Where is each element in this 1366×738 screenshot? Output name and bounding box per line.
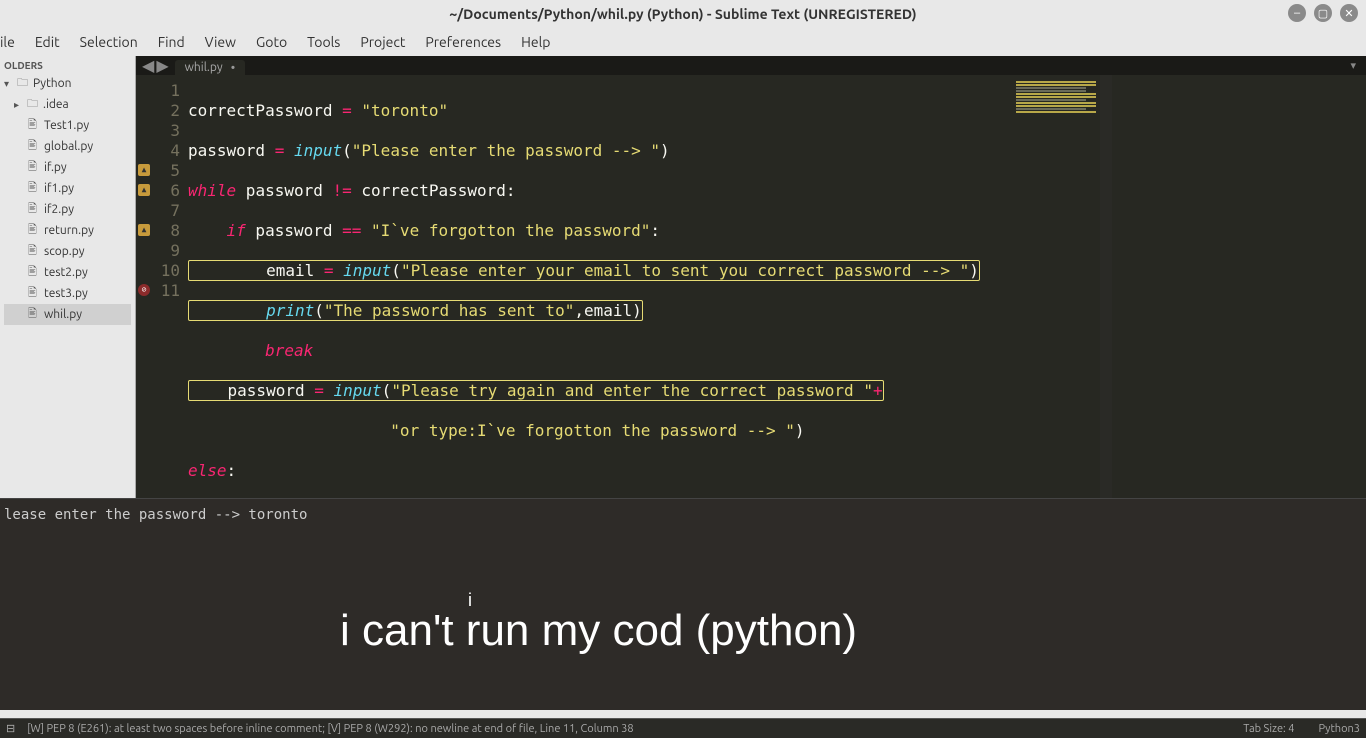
build-console[interactable]: lease enter the password --> toronto bbox=[0, 498, 1366, 710]
error-icon[interactable]: ⊘ bbox=[138, 284, 150, 296]
file-icon: 🖹 bbox=[28, 284, 40, 303]
file-label: return.py bbox=[44, 224, 94, 237]
file-label: global.py bbox=[44, 140, 93, 153]
statusbar: ⊟ [W] PEP 8 (E261): at least two spaces … bbox=[0, 718, 1366, 738]
tab-whil[interactable]: whil.py • bbox=[175, 60, 246, 75]
file-icon: 🖹 bbox=[28, 221, 40, 240]
sidebar-header: OLDERS bbox=[4, 60, 131, 73]
minimap[interactable] bbox=[980, 75, 1100, 561]
line-num: 2 bbox=[170, 101, 180, 120]
file-label: if.py bbox=[44, 161, 67, 174]
menu-preferences[interactable]: Preferences bbox=[415, 30, 511, 54]
file-if2[interactable]: 🖹 if2.py bbox=[4, 199, 131, 220]
file-icon: 🖹 bbox=[28, 137, 40, 156]
status-language[interactable]: Python3 bbox=[1318, 723, 1360, 735]
file-label: test2.py bbox=[44, 266, 88, 279]
menu-goto[interactable]: Goto bbox=[246, 30, 297, 54]
file-icon: 🖹 bbox=[28, 242, 40, 261]
folder-idea[interactable]: ▸ 🗀 .idea bbox=[4, 94, 131, 115]
warning-icon[interactable]: ▲ bbox=[138, 184, 150, 196]
file-label: if1.py bbox=[44, 182, 74, 195]
file-if[interactable]: 🖹 if.py bbox=[4, 157, 131, 178]
tab-overflow-icon[interactable]: ▾ bbox=[1340, 56, 1366, 75]
status-tab-size[interactable]: Tab Size: 4 bbox=[1243, 723, 1294, 735]
line-num: 8 bbox=[170, 221, 180, 240]
file-icon: 🖹 bbox=[28, 263, 40, 282]
file-return[interactable]: 🖹 return.py bbox=[4, 220, 131, 241]
file-if1[interactable]: 🖹 if1.py bbox=[4, 178, 131, 199]
file-label: scop.py bbox=[44, 245, 85, 258]
window-title: ~/Documents/Python/whil.py (Python) - Su… bbox=[449, 6, 916, 22]
minimize-button[interactable]: ‒ bbox=[1288, 4, 1306, 22]
line-num: 1 bbox=[170, 81, 180, 100]
vertical-scrollbar[interactable] bbox=[1100, 75, 1112, 561]
file-label: whil.py bbox=[44, 308, 82, 321]
menu-project[interactable]: Project bbox=[350, 30, 415, 54]
line-num: 4 bbox=[170, 141, 180, 160]
close-button[interactable]: ✕ bbox=[1340, 4, 1358, 22]
line-num: 9 bbox=[170, 241, 180, 260]
editor-body[interactable]: 1 2 3 4 ▲ 5 ▲ 6 7 ▲ 8 9 10 ⊘ 11 correctPassw… bbox=[136, 75, 1366, 561]
annotation-main: i can't run my cod (python) bbox=[340, 606, 857, 656]
file-test1[interactable]: 🖹 Test1.py bbox=[4, 115, 131, 136]
folder-icon: 🗀 bbox=[27, 95, 39, 114]
status-message: [W] PEP 8 (E261): at least two spaces be… bbox=[27, 723, 633, 735]
file-global[interactable]: 🖹 global.py bbox=[4, 136, 131, 157]
folder-icon: 🗀 bbox=[17, 74, 29, 93]
tab-dirty-icon[interactable]: • bbox=[231, 61, 236, 75]
folder-python[interactable]: ▾ 🗀 Python bbox=[4, 73, 131, 94]
menu-file[interactable]: ile bbox=[0, 30, 25, 54]
chevron-down-icon: ▾ bbox=[4, 78, 13, 90]
file-icon: 🖹 bbox=[28, 305, 40, 324]
menu-view[interactable]: View bbox=[195, 30, 246, 54]
line-num: 6 bbox=[170, 181, 180, 200]
editor: ◀ ▶ whil.py • ▾ 1 2 3 4 ▲5 ▲6 7 ▲8 9 10 … bbox=[136, 56, 1366, 498]
file-icon: 🖹 bbox=[28, 158, 40, 177]
line-num: 7 bbox=[170, 201, 180, 220]
menu-selection[interactable]: Selection bbox=[70, 30, 148, 54]
menu-help[interactable]: Help bbox=[511, 30, 560, 54]
menu-find[interactable]: Find bbox=[148, 30, 195, 54]
maximize-button[interactable]: ▢ bbox=[1314, 4, 1332, 22]
gutter: 1 2 3 4 ▲ 5 ▲ 6 7 ▲ 8 9 10 ⊘ 11 bbox=[136, 75, 188, 561]
tab-row: ◀ ▶ whil.py • ▾ bbox=[136, 56, 1366, 75]
chevron-right-icon: ▸ bbox=[14, 99, 23, 111]
tab-history-forward-icon[interactable]: ▶ bbox=[156, 56, 168, 75]
menu-edit[interactable]: Edit bbox=[25, 30, 70, 54]
line-num: 10 bbox=[161, 261, 180, 280]
file-whil[interactable]: 🖹 whil.py bbox=[4, 304, 131, 325]
file-label: Test1.py bbox=[44, 119, 89, 132]
console-toggle-icon[interactable]: ⊟ bbox=[6, 722, 15, 735]
folder-label: Python bbox=[33, 77, 72, 90]
line-num: 11 bbox=[161, 281, 180, 300]
file-label: test3.py bbox=[44, 287, 88, 300]
warning-icon[interactable]: ▲ bbox=[138, 164, 150, 176]
file-label: if2.py bbox=[44, 203, 74, 216]
code[interactable]: correctPassword = "toronto" password = i… bbox=[188, 75, 980, 561]
main-area: OLDERS ▾ 🗀 Python ▸ 🗀 .idea 🖹 Test1.py 🖹 g… bbox=[0, 56, 1366, 498]
line-num: 5 bbox=[170, 161, 180, 180]
tab-history-back-icon[interactable]: ◀ bbox=[142, 56, 154, 75]
folder-label: .idea bbox=[43, 98, 69, 111]
titlebar: ~/Documents/Python/whil.py (Python) - Su… bbox=[0, 0, 1366, 28]
file-icon: 🖹 bbox=[28, 116, 40, 135]
line-num: 3 bbox=[170, 121, 180, 140]
file-test2[interactable]: 🖹 test2.py bbox=[4, 262, 131, 283]
menu-tools[interactable]: Tools bbox=[297, 30, 350, 54]
file-icon: 🖹 bbox=[28, 179, 40, 198]
file-icon: 🖹 bbox=[28, 200, 40, 219]
sidebar: OLDERS ▾ 🗀 Python ▸ 🗀 .idea 🖹 Test1.py 🖹 g… bbox=[0, 56, 136, 498]
file-scop[interactable]: 🖹 scop.py bbox=[4, 241, 131, 262]
tab-label: whil.py bbox=[185, 61, 223, 74]
warning-icon[interactable]: ▲ bbox=[138, 224, 150, 236]
menubar: ile Edit Selection Find View Goto Tools … bbox=[0, 28, 1366, 56]
console-line: lease enter the password --> toronto bbox=[4, 507, 1362, 523]
file-test3[interactable]: 🖹 test3.py bbox=[4, 283, 131, 304]
